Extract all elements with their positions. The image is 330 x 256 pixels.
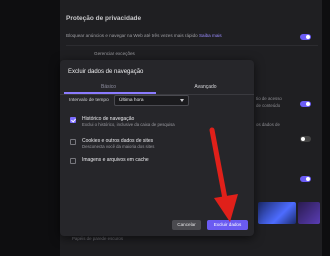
privacy-section-title: Proteção de privacidade: [66, 15, 142, 22]
divider: [66, 45, 318, 46]
ad-block-text: Bloquear anúncios e navegar na Web até t…: [66, 33, 198, 38]
side-text-3: os dados de: [256, 122, 280, 127]
cookies-desc: Desconecta você da maioria dos sites: [82, 144, 155, 149]
time-range-value: Última hora: [119, 98, 144, 103]
delete-data-button[interactable]: Excluir dados: [207, 220, 248, 230]
setting-toggle-4[interactable]: [300, 176, 311, 182]
cookies-checkbox[interactable]: [70, 139, 76, 145]
side-text-2: de conteúdo: [256, 103, 281, 108]
cache-checkbox[interactable]: [70, 158, 76, 164]
time-range-label: Intervalo de tempo: [69, 98, 109, 103]
ad-block-toggle[interactable]: [300, 34, 311, 40]
history-checkbox[interactable]: [70, 117, 76, 123]
clear-browsing-data-dialog: Excluir dados de navegação Básico Avança…: [60, 60, 254, 236]
time-range-select[interactable]: Última hora: [114, 95, 189, 106]
manage-exceptions-link[interactable]: Gerenciar exceções: [94, 51, 135, 56]
side-text-1: tio de acesso: [256, 96, 282, 101]
cancel-button[interactable]: Cancelar: [172, 220, 201, 230]
wallpaper-thumb-1[interactable]: [258, 202, 296, 224]
setting-toggle-2[interactable]: [300, 101, 311, 107]
wallpaper-thumb-2[interactable]: [298, 202, 320, 224]
history-desc: Exclui o histórico, inclusive da caixa d…: [82, 122, 175, 127]
learn-more-link[interactable]: Saiba mais: [199, 33, 222, 38]
cache-title: Imagens e arquivos em cache: [82, 157, 149, 163]
chevron-down-icon: [180, 99, 184, 102]
tab-advanced[interactable]: Avançado: [157, 81, 254, 93]
dialog-title: Excluir dados de navegação: [68, 69, 144, 75]
setting-toggle-3[interactable]: [300, 136, 311, 142]
ad-block-row: Bloquear anúncios e navegar na Web até t…: [66, 33, 316, 38]
wallpaper-caption: Papéis de parede escuros: [72, 236, 124, 241]
